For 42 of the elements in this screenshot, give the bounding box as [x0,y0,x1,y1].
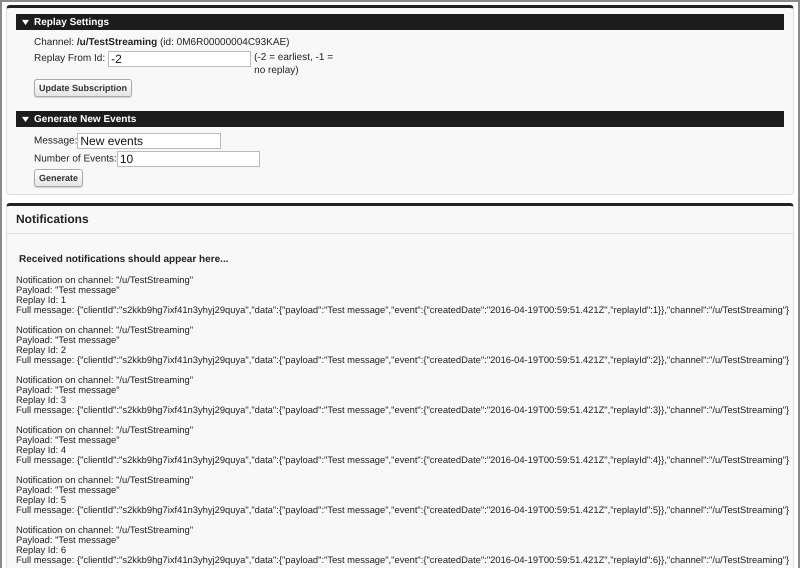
notification-full-message: Full message: {"clientId":"s2kkb9hg7ixf41n3yhyj29quya","data":{"payload":"Test message","event":{"createdDate":"2016-04-19T00:59:51.421Z","replayId":3}},"channel":"/u/TestStreaming"} [16,405,790,416]
generate-button[interactable]: Generate [34,169,84,188]
section-title: Replay Settings [34,16,110,28]
event-count-field[interactable]: 10 [116,150,260,167]
notification-replay-id: Replay Id: 2 [16,345,66,356]
notification-replay-id: Replay Id: 1 [16,295,66,306]
update-subscription-button[interactable]: Update Subscription [34,79,132,97]
field-label: Message: [34,136,78,147]
notification-payload: Payload: "Test message" [16,335,120,346]
notification-channel: Notification on channel: "/u/TestStreaming" [16,525,194,536]
collapse-triangle-icon [22,18,29,26]
notification-payload: Payload: "Test message" [16,485,120,496]
notification-payload: Payload: "Test message" [16,385,120,396]
field-label: Number of Events: [34,153,117,164]
panel-title: Notifications [7,206,793,234]
notification-full-message: Full message: {"clientId":"s2kkb9hg7ixf41n3yhyj29quya","data":{"payload":"Test message","event":{"createdDate":"2016-04-19T00:59:51.421Z","replayId":1}},"channel":"/u/TestStreaming"} [16,305,790,316]
notification-payload: Payload: "Test message" [16,535,120,546]
hint-text: (-2 = earliest, -1 = no replay) [254,51,334,77]
notification-replay-id: Replay Id: 6 [16,545,66,556]
section-header[interactable]: Generate New Events [16,111,784,127]
replay-id-field[interactable]: -2 [108,51,252,67]
notification-replay-id: Replay Id: 3 [16,395,66,406]
notification-full-message: Full message: {"clientId":"s2kkb9hg7ixf41n3yhyj29quya","data":{"payload":"Test message","event":{"createdDate":"2016-04-19T00:59:51.421Z","replayId":6}},"channel":"/u/TestStreaming"} [16,555,790,566]
intro-text: Received notifications should appear here... [19,254,230,266]
notification-channel: Notification on channel: "/u/TestStreaming" [16,375,194,386]
field-label: Replay From Id: [34,52,106,66]
channel-info: Channel: /u/TestStreaming (id: 0M6R00000004C93KAE) [34,36,291,50]
notification-channel: Notification on channel: "/u/TestStreaming" [16,475,194,486]
section-title: Generate New Events [34,114,136,124]
notification-full-message: Full message: {"clientId":"s2kkb9hg7ixf41n3yhyj29quya","data":{"payload":"Test message","event":{"createdDate":"2016-04-19T00:59:51.421Z","replayId":5}},"channel":"/u/TestStreaming"} [16,505,790,516]
notification-payload: Payload: "Test message" [16,285,120,296]
collapse-triangle-icon [22,116,29,122]
notification-replay-id: Replay Id: 5 [16,495,66,506]
notification-full-message: Full message: {"clientId":"s2kkb9hg7ixf41n3yhyj29quya","data":{"payload":"Test message","event":{"createdDate":"2016-04-19T00:59:51.421Z","replayId":4}},"channel":"/u/TestStreaming"} [16,455,790,466]
notification-channel: Notification on channel: "/u/TestStreaming" [16,425,194,436]
notification-payload: Payload: "Test message" [16,435,120,446]
notification-channel: Notification on channel: "/u/TestStreaming" [16,325,194,336]
notification-replay-id: Replay Id: 4 [16,445,66,456]
notification-full-message: Full message: {"clientId":"s2kkb9hg7ixf41n3yhyj29quya","data":{"payload":"Test message","event":{"createdDate":"2016-04-19T00:59:51.421Z","replayId":2}},"channel":"/u/TestStreaming"} [16,355,790,366]
message-field[interactable]: New events [77,133,222,149]
notification-channel: Notification on channel: "/u/TestStreaming" [16,275,194,286]
section-header[interactable]: Replay Settings [16,14,784,30]
